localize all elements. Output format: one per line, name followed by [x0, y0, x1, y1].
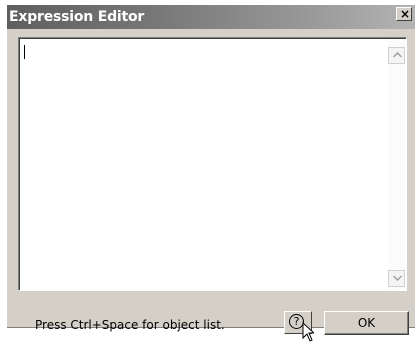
text-caret	[24, 45, 25, 59]
expression-textarea[interactable]	[18, 37, 407, 291]
window-title: Expression Editor	[9, 9, 145, 25]
chevron-down-icon	[393, 275, 402, 281]
object-list-hint: Press Ctrl+Space for object list.	[35, 318, 225, 332]
ok-button[interactable]: OK	[324, 311, 409, 335]
scroll-up-button[interactable]	[388, 47, 405, 64]
mouse-pointer-icon	[302, 322, 314, 342]
close-icon: ×	[400, 7, 411, 21]
close-button[interactable]: ×	[396, 7, 412, 21]
scroll-down-button[interactable]	[388, 270, 405, 287]
title-bar[interactable]: Expression Editor	[7, 5, 415, 29]
chevron-up-icon	[393, 52, 402, 58]
vertical-scrollbar[interactable]	[388, 39, 405, 289]
